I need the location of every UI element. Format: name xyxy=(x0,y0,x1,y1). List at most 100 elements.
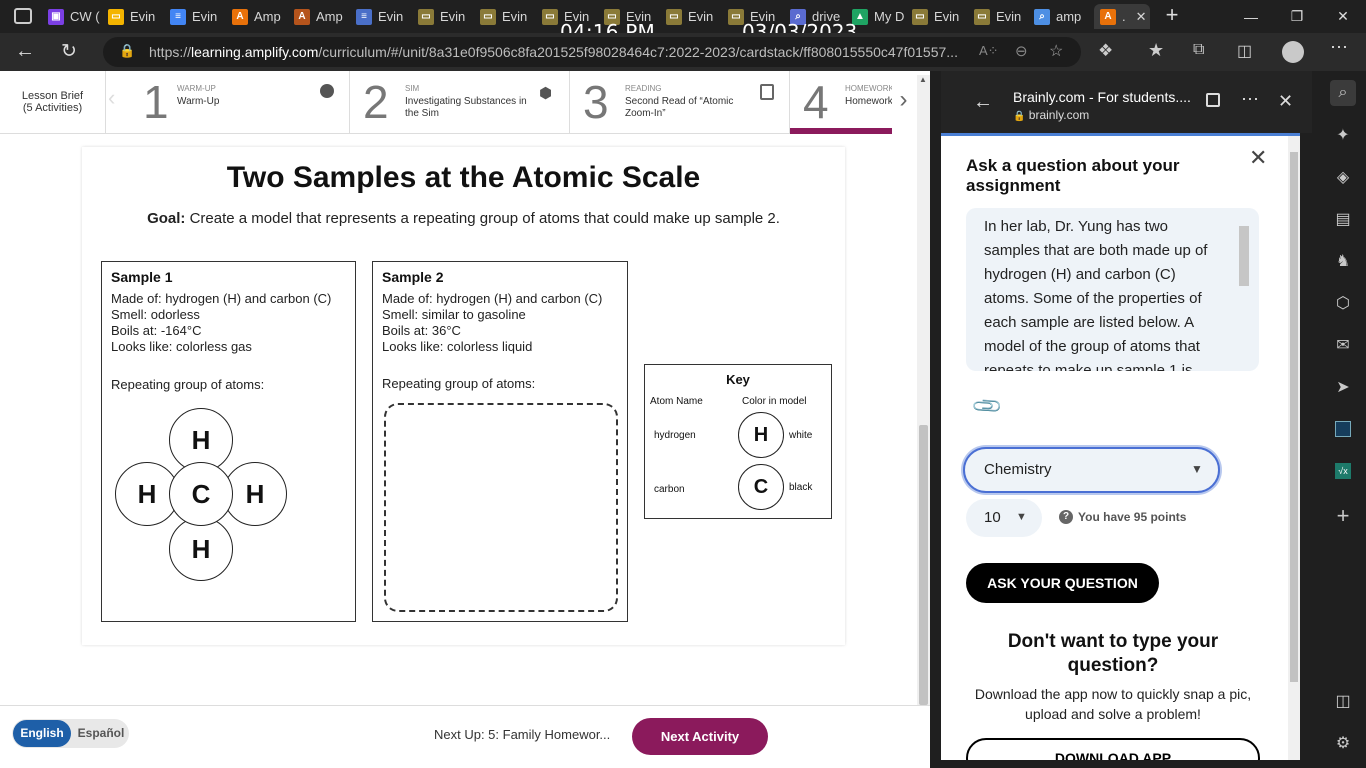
tab-label: Evin xyxy=(688,9,714,24)
browser-tab[interactable]: ⌕ amp xyxy=(1034,4,1092,29)
hexagon-icon[interactable]: ⬡ xyxy=(1330,290,1356,316)
browser-tab[interactable]: ▭ Evin xyxy=(974,4,1032,29)
tag-icon[interactable]: ◈ xyxy=(1330,164,1356,190)
url-prefix: https:// xyxy=(149,44,192,60)
tab-label: Evin xyxy=(934,9,960,24)
back-icon[interactable]: ← xyxy=(15,40,35,63)
browser-tab[interactable]: ▭ Evin xyxy=(108,4,166,29)
points-select[interactable]: 10 ▼ xyxy=(966,499,1042,537)
tab-label: CW ( xyxy=(70,9,100,24)
extensions-icon[interactable]: ❖ xyxy=(1098,41,1113,61)
question-textarea[interactable]: In her lab, Dr. Yung has two samples tha… xyxy=(966,208,1259,371)
lesson-activity-count: (5 Activities) xyxy=(22,102,83,114)
browser-tab[interactable]: A Amp xyxy=(232,4,290,29)
warmup-head-icon xyxy=(320,84,334,98)
favorites-icon[interactable]: ★ xyxy=(1148,40,1164,61)
zoom-icon[interactable]: ⊖ xyxy=(1015,42,1028,60)
page-scrollbar[interactable]: ▲ xyxy=(917,75,930,705)
chess-icon[interactable]: ♞ xyxy=(1330,248,1356,274)
tab-label: Amp xyxy=(316,9,343,24)
collections-icon[interactable]: ⧉ xyxy=(1193,41,1204,59)
tab-favicon-icon: ▭ xyxy=(912,8,928,25)
browser-tab[interactable]: A. ✕ xyxy=(1094,4,1150,29)
more-menu-icon[interactable]: ⋯ xyxy=(1330,37,1348,58)
tab-label: Evin xyxy=(502,9,528,24)
tab-favicon-icon: A xyxy=(232,8,248,25)
dialog-close-icon[interactable]: ✕ xyxy=(1249,145,1267,171)
step-sim[interactable]: 2 SIM Investigating Substances in the Si… xyxy=(350,71,570,134)
sample1-boils-at: Boils at: -164°C xyxy=(111,323,202,338)
nav-prev-icon[interactable]: ‹ xyxy=(108,85,128,111)
step-homework[interactable]: 4 HOMEWORK Homework xyxy=(790,71,892,134)
browser-tab[interactable]: ▭ Evin xyxy=(418,4,476,29)
key-carbon-color: black xyxy=(789,482,813,493)
browser-tab[interactable]: ▭ Evin xyxy=(666,4,724,29)
address-bar[interactable]: 🔒 https://learning.amplify.com/curriculu… xyxy=(103,37,1081,67)
sidebar-more-icon[interactable]: ⋯ xyxy=(1241,89,1259,110)
browser-tab[interactable]: ▲ My D xyxy=(852,4,910,29)
new-tab-button[interactable]: + xyxy=(1160,4,1184,28)
model-drop-area[interactable] xyxy=(384,403,618,612)
browser-tab[interactable]: A Amp xyxy=(294,4,352,29)
tab-favicon-icon: A xyxy=(294,8,310,25)
lock-icon[interactable]: 🔒 xyxy=(119,43,135,59)
search-icon[interactable]: ⌕ xyxy=(1330,80,1356,106)
browser-tab[interactable]: ▭ Evin xyxy=(480,4,538,29)
split-screen-icon[interactable]: ◫ xyxy=(1237,41,1252,61)
close-tab-icon[interactable]: ✕ xyxy=(1136,9,1147,25)
send-icon[interactable]: ➤ xyxy=(1330,374,1356,400)
sidebar-scrollbar[interactable] xyxy=(1288,136,1300,760)
sparkle-icon[interactable]: ✦ xyxy=(1330,122,1356,148)
close-window-button[interactable]: ✕ xyxy=(1320,0,1366,33)
lesson-brief-button[interactable]: Lesson Brief (5 Activities) xyxy=(0,71,106,134)
profile-avatar[interactable] xyxy=(1282,41,1304,63)
settings-gear-icon[interactable]: ⚙ xyxy=(1330,730,1356,756)
textarea-scrollbar[interactable] xyxy=(1239,226,1249,286)
next-activity-button[interactable]: Next Activity xyxy=(632,718,768,755)
open-in-tab-icon[interactable] xyxy=(1206,93,1220,107)
nav-next-icon[interactable]: › xyxy=(892,71,915,134)
tab-label: Evin xyxy=(996,9,1022,24)
tab-label: Amp xyxy=(254,9,281,24)
brainly-app-icon[interactable] xyxy=(1330,416,1356,442)
minimize-button[interactable]: — xyxy=(1228,0,1274,33)
ask-question-button[interactable]: ASK YOUR QUESTION xyxy=(966,563,1159,603)
sidebar-close-icon[interactable]: ✕ xyxy=(1278,91,1293,112)
sidebar-scroll-thumb[interactable] xyxy=(1290,152,1298,682)
tab-label: amp xyxy=(1056,9,1082,24)
tab-favicon-icon: ▭ xyxy=(666,8,682,25)
read-aloud-icon[interactable]: A⁘ xyxy=(979,43,999,59)
panel-layout-icon[interactable]: ◫ xyxy=(1330,688,1356,714)
step-reading[interactable]: 3 READING Second Read of “Atomic Zoom-In… xyxy=(570,71,790,134)
lang-english-button[interactable]: English xyxy=(13,720,71,747)
browser-tab[interactable]: ▣ CW ( xyxy=(48,4,106,29)
browser-tab[interactable]: ≡ Evin xyxy=(170,4,228,29)
sample2-repeat-label: Repeating group of atoms: xyxy=(382,376,536,391)
add-sidebar-app-icon[interactable]: + xyxy=(1330,503,1356,529)
sample2-made-of: Made of: hydrogen (H) and carbon (C) xyxy=(382,291,603,306)
scrollbar-thumb[interactable] xyxy=(919,425,928,705)
refresh-icon[interactable]: ↻ xyxy=(61,40,77,63)
step-type: SIM xyxy=(405,84,420,93)
sidebar-back-icon[interactable]: ← xyxy=(973,91,993,114)
attachment-icon[interactable]: 📎 xyxy=(970,389,1005,424)
math-solver-icon[interactable]: √x xyxy=(1330,458,1356,484)
step-warm-up[interactable]: 1 WARM-UP Warm-Up xyxy=(130,71,350,134)
browser-tab[interactable]: ▭ Evin xyxy=(912,4,970,29)
tab-actions-icon[interactable] xyxy=(14,8,32,24)
download-app-button[interactable]: DOWNLOAD APP xyxy=(966,738,1260,760)
scroll-up-icon[interactable]: ▲ xyxy=(919,75,927,84)
sample2-title: Sample 2 xyxy=(382,269,444,285)
step-name: Investigating Substances in the Sim xyxy=(405,96,527,119)
help-icon[interactable]: ? xyxy=(1059,510,1073,524)
favorite-add-icon[interactable]: ☆ xyxy=(1049,41,1063,61)
subject-select[interactable]: Chemistry ▼ xyxy=(963,447,1220,493)
briefcase-icon[interactable]: ▤ xyxy=(1330,206,1356,232)
browser-tab-strip: ▣ CW (▭ Evin ≡ Evin A Amp A Amp ≡ Evin ▭ Evin ▭ Evin ▭ E… xyxy=(0,0,1366,33)
restore-button[interactable]: ❐ xyxy=(1274,0,1320,33)
key-box: Key Atom Name Color in model hydrogen H … xyxy=(644,364,832,519)
outlook-icon[interactable]: ✉ xyxy=(1330,332,1356,358)
activity-card: Two Samples at the Atomic Scale Goal: Cr… xyxy=(82,147,845,645)
lang-spanish-button[interactable]: Español xyxy=(74,720,128,747)
browser-tab[interactable]: ≡ Evin xyxy=(356,4,414,29)
